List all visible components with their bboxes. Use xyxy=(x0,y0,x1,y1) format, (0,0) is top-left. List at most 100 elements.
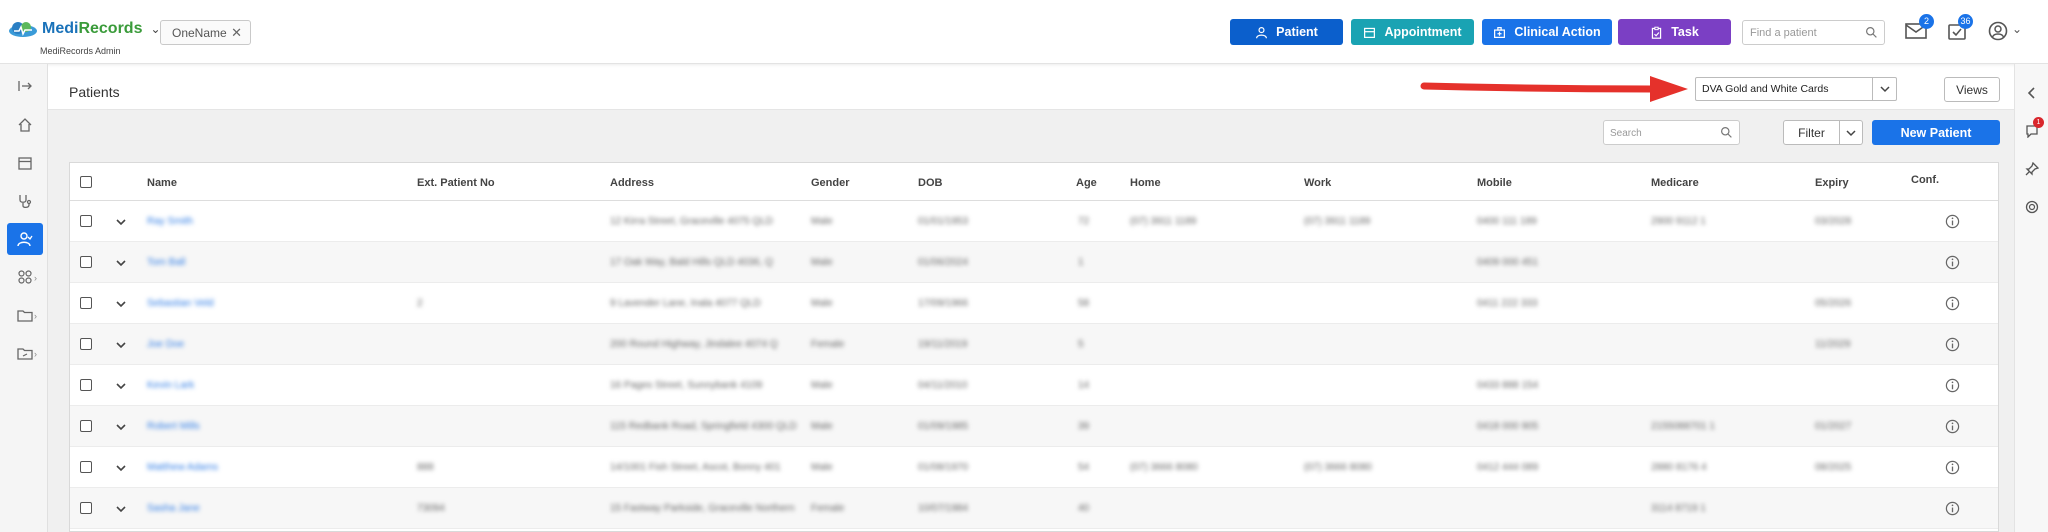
cell-age: 58 xyxy=(1078,298,1090,309)
row-checkbox[interactable] xyxy=(80,461,92,473)
new-patient-button[interactable]: New Patient xyxy=(1872,120,2000,145)
chevron-down-icon[interactable] xyxy=(115,339,127,351)
column-header-home[interactable]: Home xyxy=(1130,177,1161,189)
column-header-conf[interactable]: Conf. xyxy=(1911,174,1939,186)
info-icon[interactable] xyxy=(1945,460,1960,475)
cell-name[interactable]: Kevin Lark xyxy=(147,380,194,391)
table-row[interactable]: Sebastian Veld 2 9 Lavender Lane, Inala 40… xyxy=(70,283,1998,324)
user-menu[interactable]: ⌄ xyxy=(1988,21,2022,46)
row-checkbox[interactable] xyxy=(80,420,92,432)
cell-ext: 73094 xyxy=(417,503,445,514)
row-checkbox[interactable] xyxy=(80,502,92,514)
filter-dropdown-button[interactable] xyxy=(1840,120,1863,145)
find-patient-input[interactable]: Find a patient xyxy=(1742,20,1885,45)
sidebar-item-calendar[interactable] xyxy=(7,147,43,179)
table-header: Name Ext. Patient No Address Gender DOB … xyxy=(70,163,1998,201)
logo-text: MediRecords xyxy=(42,20,143,37)
column-header-age[interactable]: Age xyxy=(1076,177,1097,189)
row-checkbox[interactable] xyxy=(80,379,92,391)
row-checkbox[interactable] xyxy=(80,215,92,227)
info-icon[interactable] xyxy=(1945,337,1960,352)
view-select[interactable]: DVA Gold and White Cards xyxy=(1695,77,1897,101)
sidebar-item-home[interactable] xyxy=(7,109,43,141)
info-icon[interactable] xyxy=(1945,378,1960,393)
column-header-ext-patient-no[interactable]: Ext. Patient No xyxy=(417,177,495,189)
patient-button[interactable]: Patient xyxy=(1230,19,1343,45)
column-header-gender[interactable]: Gender xyxy=(811,177,850,189)
search-icon[interactable] xyxy=(1720,126,1733,139)
table-row[interactable]: Ray Smith 12 Kirra Street, Graceville 407… xyxy=(70,201,1998,242)
table-search-input[interactable]: Search xyxy=(1603,120,1740,145)
cell-dob: 17/09/1966 xyxy=(918,298,969,309)
info-icon[interactable] xyxy=(1945,255,1960,270)
column-header-name[interactable]: Name xyxy=(147,177,177,189)
column-header-address[interactable]: Address xyxy=(610,177,654,189)
chevron-left-icon[interactable] xyxy=(2025,86,2039,100)
cell-work: (07) 3666 8080 xyxy=(1304,462,1372,473)
cell-name[interactable]: Sasha Jane xyxy=(147,503,200,514)
cell-medicare: 2900 9112 1 xyxy=(1651,216,1706,227)
cell-name[interactable]: Tom Ball xyxy=(147,257,185,268)
search-icon[interactable] xyxy=(1865,26,1878,39)
cell-name[interactable]: Matthew Adams xyxy=(147,462,218,473)
pin-icon[interactable] xyxy=(2025,162,2039,176)
cell-address: 200 Round Highway, Jindalee 4074 Q xyxy=(610,339,778,350)
cell-name[interactable]: Sebastian Veld xyxy=(147,298,214,309)
chevron-down-icon[interactable] xyxy=(115,503,127,515)
clinical-action-button[interactable]: Clinical Action xyxy=(1482,19,1612,45)
column-header-medicare[interactable]: Medicare xyxy=(1651,177,1699,189)
cell-address: 17 Oak Way, Bald Hills QLD 4036, Q xyxy=(610,257,773,268)
info-icon[interactable] xyxy=(1945,296,1960,311)
cell-name[interactable]: Joe Doe xyxy=(147,339,184,350)
sidebar-item-patients[interactable] xyxy=(7,223,43,255)
views-button[interactable]: Views xyxy=(1944,77,2000,102)
table-row[interactable]: Matthew Adams 888 14/1001 Fish Street, Asc… xyxy=(70,447,1998,488)
info-icon[interactable] xyxy=(1945,419,1960,434)
table-row[interactable]: Sasha Jane 73094 15 Fastway Parkside, Grac… xyxy=(70,488,1998,529)
sidebar-item-apps[interactable] xyxy=(7,261,43,293)
info-icon[interactable] xyxy=(1945,501,1960,516)
expand-icon xyxy=(18,81,32,91)
cell-address: 9 Lavender Lane, Inala 4077 QLD xyxy=(610,298,761,309)
table-row[interactable]: Tom Ball 17 Oak Way, Bald Hills QLD 4036,… xyxy=(70,242,1998,283)
clinical-action-button-label: Clinical Action xyxy=(1514,25,1601,39)
chevron-down-icon[interactable] xyxy=(115,298,127,310)
sidebar-item-folders[interactable] xyxy=(7,299,43,331)
cell-gender: Male xyxy=(811,421,833,432)
chevron-down-icon[interactable]: ⌄ xyxy=(2012,22,2022,36)
cell-name[interactable]: Robert Mills xyxy=(147,421,200,432)
view-select-value: DVA Gold and White Cards xyxy=(1702,83,1829,95)
app-logo[interactable]: MediRecords ⌄ xyxy=(8,20,161,38)
sidebar-item-shared-folders[interactable] xyxy=(7,337,43,369)
collapse-sidebar-button[interactable] xyxy=(7,70,43,102)
chevron-down-icon[interactable] xyxy=(115,216,127,228)
task-button[interactable]: Task xyxy=(1618,19,1731,45)
row-checkbox[interactable] xyxy=(80,338,92,350)
column-header-work[interactable]: Work xyxy=(1304,177,1331,189)
support-icon[interactable] xyxy=(2025,200,2039,214)
cell-medicare: 3114 8719 1 xyxy=(1651,503,1706,514)
chevron-down-icon[interactable] xyxy=(115,257,127,269)
close-icon[interactable]: ✕ xyxy=(231,25,242,41)
cell-name[interactable]: Ray Smith xyxy=(147,216,193,227)
chevron-down-icon[interactable] xyxy=(115,462,127,474)
table-row[interactable]: Kevin Lark 16 Pages Street, Sunnybank 410… xyxy=(70,365,1998,406)
mail-button[interactable]: 2 xyxy=(1905,14,1934,46)
table-row[interactable]: Joe Doe 200 Round Highway, Jindalee 4074 … xyxy=(70,324,1998,365)
select-all-checkbox[interactable] xyxy=(80,176,92,188)
chevron-down-icon[interactable] xyxy=(115,380,127,392)
column-header-dob[interactable]: DOB xyxy=(918,177,942,189)
column-header-mobile[interactable]: Mobile xyxy=(1477,177,1512,189)
appointment-button[interactable]: Appointment xyxy=(1351,19,1474,45)
tasks-inbox-button[interactable]: 36 xyxy=(1947,14,1973,46)
table-row[interactable]: Robert Mills 115 Redbank Road, Springfiel… xyxy=(70,406,1998,447)
chevron-down-icon[interactable] xyxy=(115,421,127,433)
info-icon[interactable] xyxy=(1945,214,1960,229)
filter-button[interactable]: Filter xyxy=(1783,120,1840,145)
row-checkbox[interactable] xyxy=(80,256,92,268)
column-header-expiry[interactable]: Expiry xyxy=(1815,177,1849,189)
chevron-down-icon[interactable] xyxy=(1872,78,1896,100)
sidebar-item-clinical[interactable] xyxy=(7,185,43,217)
open-patient-tab[interactable]: OneName ✕ xyxy=(160,20,251,45)
row-checkbox[interactable] xyxy=(80,297,92,309)
